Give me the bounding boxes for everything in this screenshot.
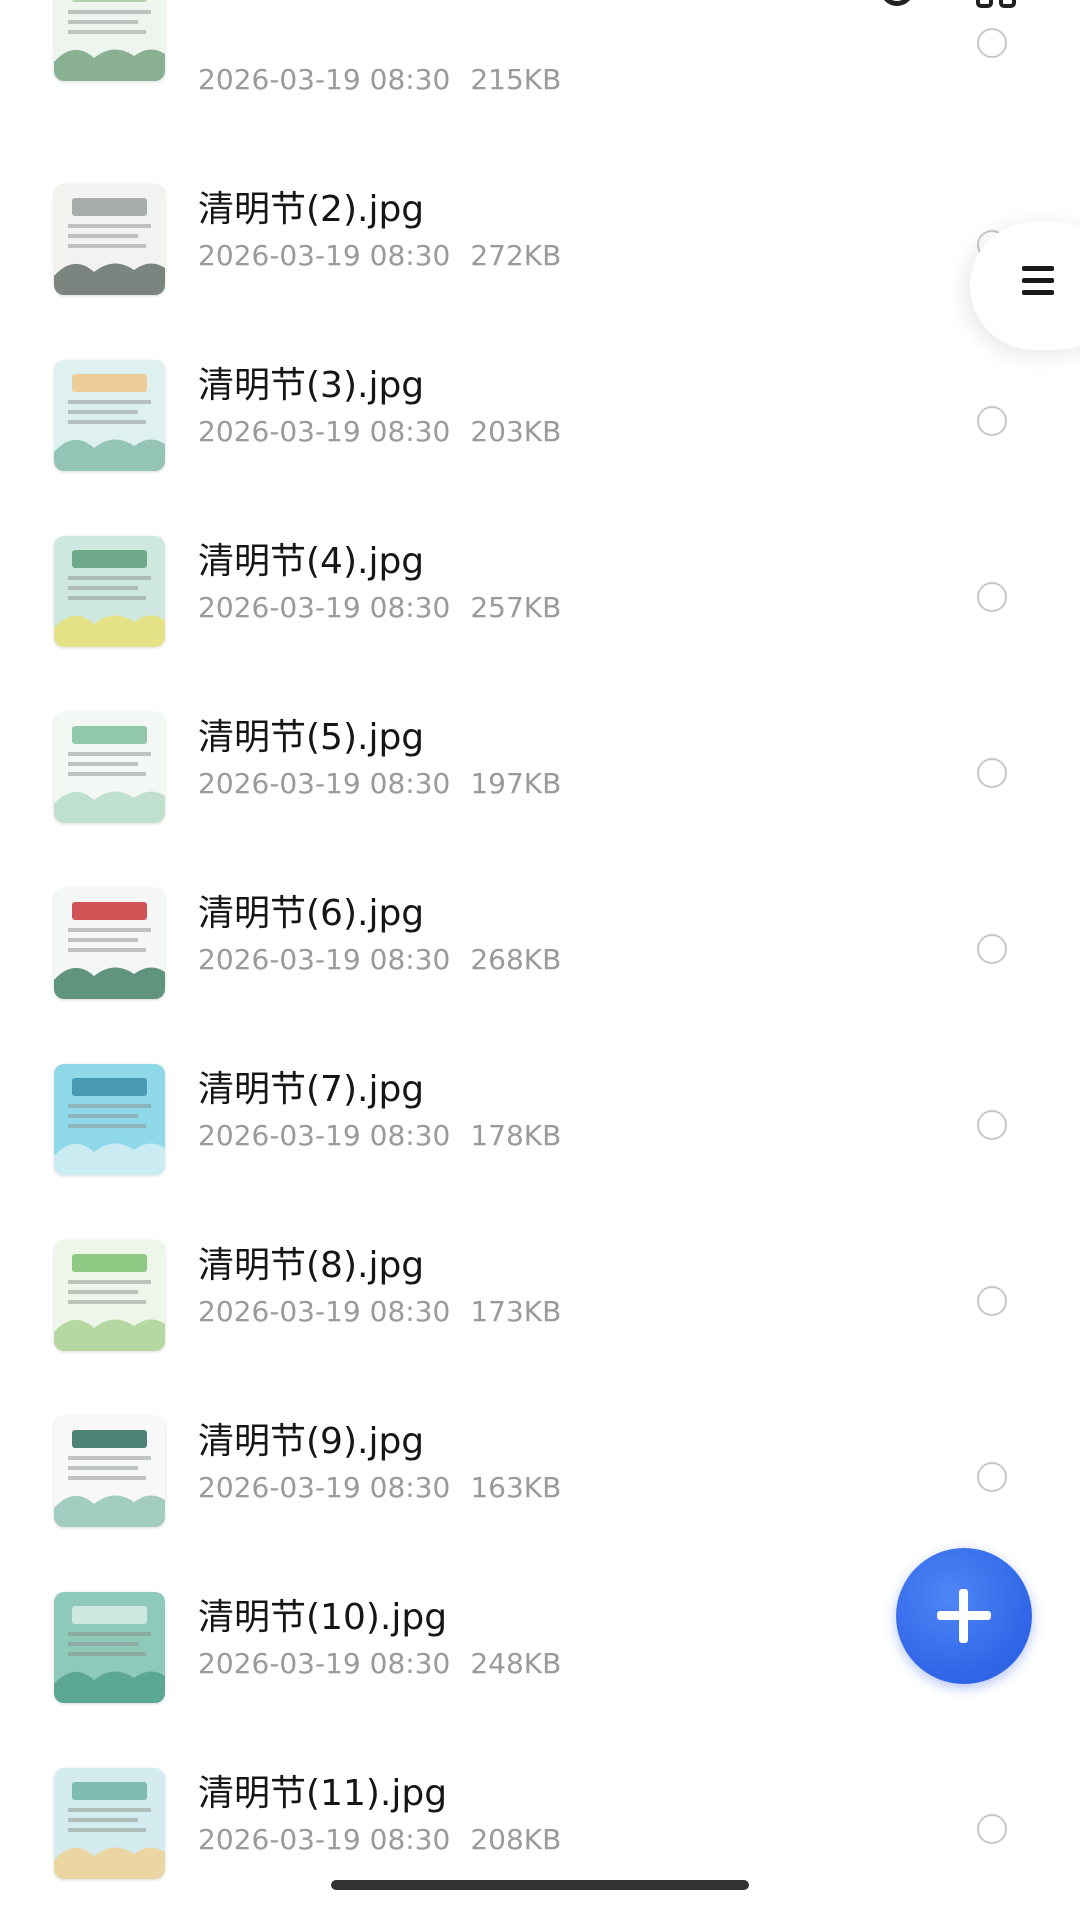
add-button[interactable] [896,1548,1032,1684]
file-thumbnail [54,0,165,81]
file-manager-screen: 2026-03-19 08:30 215KB 清明节(2).jpg 2026-03-1… [0,0,1080,1912]
file-name: 清明节(2).jpg [198,189,425,230]
file-date: 2026-03-19 08:30 [198,767,451,800]
file-list-item[interactable]: 清明节(5).jpg 2026-03-19 08:30 197KB [0,682,1080,858]
file-name: 清明节(8).jpg [198,1245,425,1286]
file-size: 268KB [470,943,562,976]
file-thumbnail [54,1768,165,1879]
file-thumbnail [54,536,165,647]
select-radio[interactable] [977,582,1007,612]
file-name: 清明节(9).jpg [198,1421,425,1462]
file-date: 2026-03-19 08:30 [198,591,451,624]
file-thumbnail [54,1592,165,1703]
plus-icon-stroke [959,1589,968,1643]
file-list-item[interactable]: 清明节(2).jpg 2026-03-19 08:30 272KB [0,154,1080,330]
select-radio[interactable] [977,28,1007,58]
file-date: 2026-03-19 08:30 [198,1295,451,1328]
file-size: 248KB [470,1647,562,1680]
file-name: 清明节(7).jpg [198,1069,425,1110]
file-meta: 2026-03-19 08:30 203KB [198,414,561,450]
file-list-item[interactable]: 清明节(6).jpg 2026-03-19 08:30 268KB [0,858,1080,1034]
file-date: 2026-03-19 08:30 [198,943,451,976]
file-thumbnail [54,1064,165,1175]
file-list-item[interactable]: 清明节(7).jpg 2026-03-19 08:30 178KB [0,1034,1080,1210]
menu-icon [1022,266,1054,296]
file-list-item[interactable]: 2026-03-19 08:30 215KB [0,0,1080,154]
file-thumbnail [54,712,165,823]
select-radio[interactable] [977,1814,1007,1844]
select-radio[interactable] [977,1286,1007,1316]
file-size: 257KB [470,591,562,624]
gesture-navigation-bar[interactable] [331,1880,749,1890]
file-meta: 2026-03-19 08:30 268KB [198,942,561,978]
file-thumbnail [54,184,165,295]
select-radio[interactable] [977,934,1007,964]
file-date: 2026-03-19 08:30 [198,1471,451,1504]
file-date: 2026-03-19 08:30 [198,1823,451,1856]
file-list-item[interactable]: 清明节(9).jpg 2026-03-19 08:30 163KB [0,1386,1080,1562]
file-meta: 2026-03-19 08:30 197KB [198,766,561,802]
file-meta: 2026-03-19 08:30 257KB [198,590,561,626]
file-size: 178KB [470,1119,562,1152]
file-date: 2026-03-19 08:30 [198,239,451,272]
file-meta: 2026-03-19 08:30 178KB [198,1118,561,1154]
file-size: 203KB [470,415,562,448]
select-radio[interactable] [977,1110,1007,1140]
file-size: 173KB [470,1295,562,1328]
file-list-item[interactable]: 清明节(3).jpg 2026-03-19 08:30 203KB [0,330,1080,506]
file-date: 2026-03-19 08:30 [198,1647,451,1680]
file-name: 清明节(10).jpg [198,1597,448,1638]
file-meta: 2026-03-19 08:30 208KB [198,1822,561,1858]
file-thumbnail [54,888,165,999]
file-meta: 2026-03-19 08:30 163KB [198,1470,561,1506]
file-name: 清明节(11).jpg [198,1773,448,1814]
select-radio[interactable] [977,1462,1007,1492]
file-size: 197KB [470,767,562,800]
select-radio[interactable] [977,406,1007,436]
file-meta: 2026-03-19 08:30 272KB [198,238,561,274]
file-date: 2026-03-19 08:30 [198,415,451,448]
file-name: 清明节(6).jpg [198,893,425,934]
file-size: 215KB [470,63,562,96]
file-name: 清明节(5).jpg [198,717,425,758]
file-name: 清明节(4).jpg [198,541,425,582]
file-list-item[interactable]: 清明节(4).jpg 2026-03-19 08:30 257KB [0,506,1080,682]
file-name: 清明节(3).jpg [198,365,425,406]
file-meta: 2026-03-19 08:30 248KB [198,1646,561,1682]
file-date: 2026-03-19 08:30 [198,1119,451,1152]
file-size: 272KB [470,239,562,272]
file-list-item[interactable]: 清明节(8).jpg 2026-03-19 08:30 173KB [0,1210,1080,1386]
file-date: 2026-03-19 08:30 [198,63,451,96]
file-thumbnail [54,1416,165,1527]
select-radio[interactable] [977,758,1007,788]
file-meta: 2026-03-19 08:30 215KB [198,62,561,98]
file-thumbnail [54,1240,165,1351]
file-size: 208KB [470,1823,562,1856]
file-thumbnail [54,360,165,471]
file-meta: 2026-03-19 08:30 173KB [198,1294,561,1330]
file-size: 163KB [470,1471,562,1504]
